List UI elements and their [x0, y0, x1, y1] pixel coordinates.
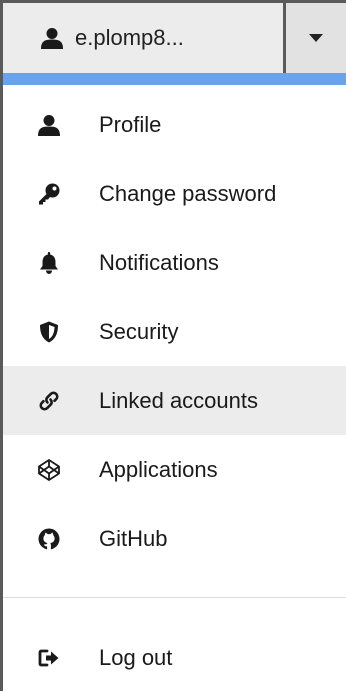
user-menu-button[interactable]: e.plomp8... [0, 0, 286, 73]
user-dropdown: e.plomp8... Profile Change password Noti… [0, 0, 346, 691]
menu-item-github[interactable]: GitHub [3, 504, 346, 573]
dropdown-menu: Profile Change password Notifications Se… [0, 85, 346, 691]
caret-down-icon [309, 33, 323, 43]
menu-item-label: Applications [99, 456, 218, 482]
bell-icon [38, 251, 60, 274]
shield-icon [38, 321, 60, 343]
menu-item-profile[interactable]: Profile [3, 90, 346, 159]
user-icon [41, 27, 63, 49]
menu-item-label: Notifications [99, 249, 219, 275]
github-icon [38, 528, 60, 550]
menu-item-label: GitHub [99, 525, 168, 551]
user-icon [38, 114, 60, 136]
menu-item-notifications[interactable]: Notifications [3, 228, 346, 297]
menu-item-change-password[interactable]: Change password [3, 159, 346, 228]
menu-item-label: Linked accounts [99, 387, 258, 413]
codepen-icon [38, 458, 60, 481]
link-icon [38, 390, 60, 412]
menu-item-label: Profile [99, 111, 162, 137]
dropdown-toggle-button[interactable] [286, 0, 346, 73]
menu-item-label: Log out [99, 644, 173, 670]
menu-divider [3, 597, 346, 598]
menu-item-label: Security [99, 318, 179, 344]
menu-item-log-out[interactable]: Log out [3, 623, 346, 692]
menu-item-linked-accounts[interactable]: Linked accounts [3, 366, 346, 435]
menu-item-security[interactable]: Security [3, 297, 346, 366]
accent-bar [0, 73, 346, 85]
menu-item-applications[interactable]: Applications [3, 435, 346, 504]
username-label: e.plomp8... [75, 25, 184, 50]
key-icon [38, 183, 60, 205]
menu-item-label: Change password [99, 180, 277, 206]
sign-out-icon [38, 647, 60, 669]
